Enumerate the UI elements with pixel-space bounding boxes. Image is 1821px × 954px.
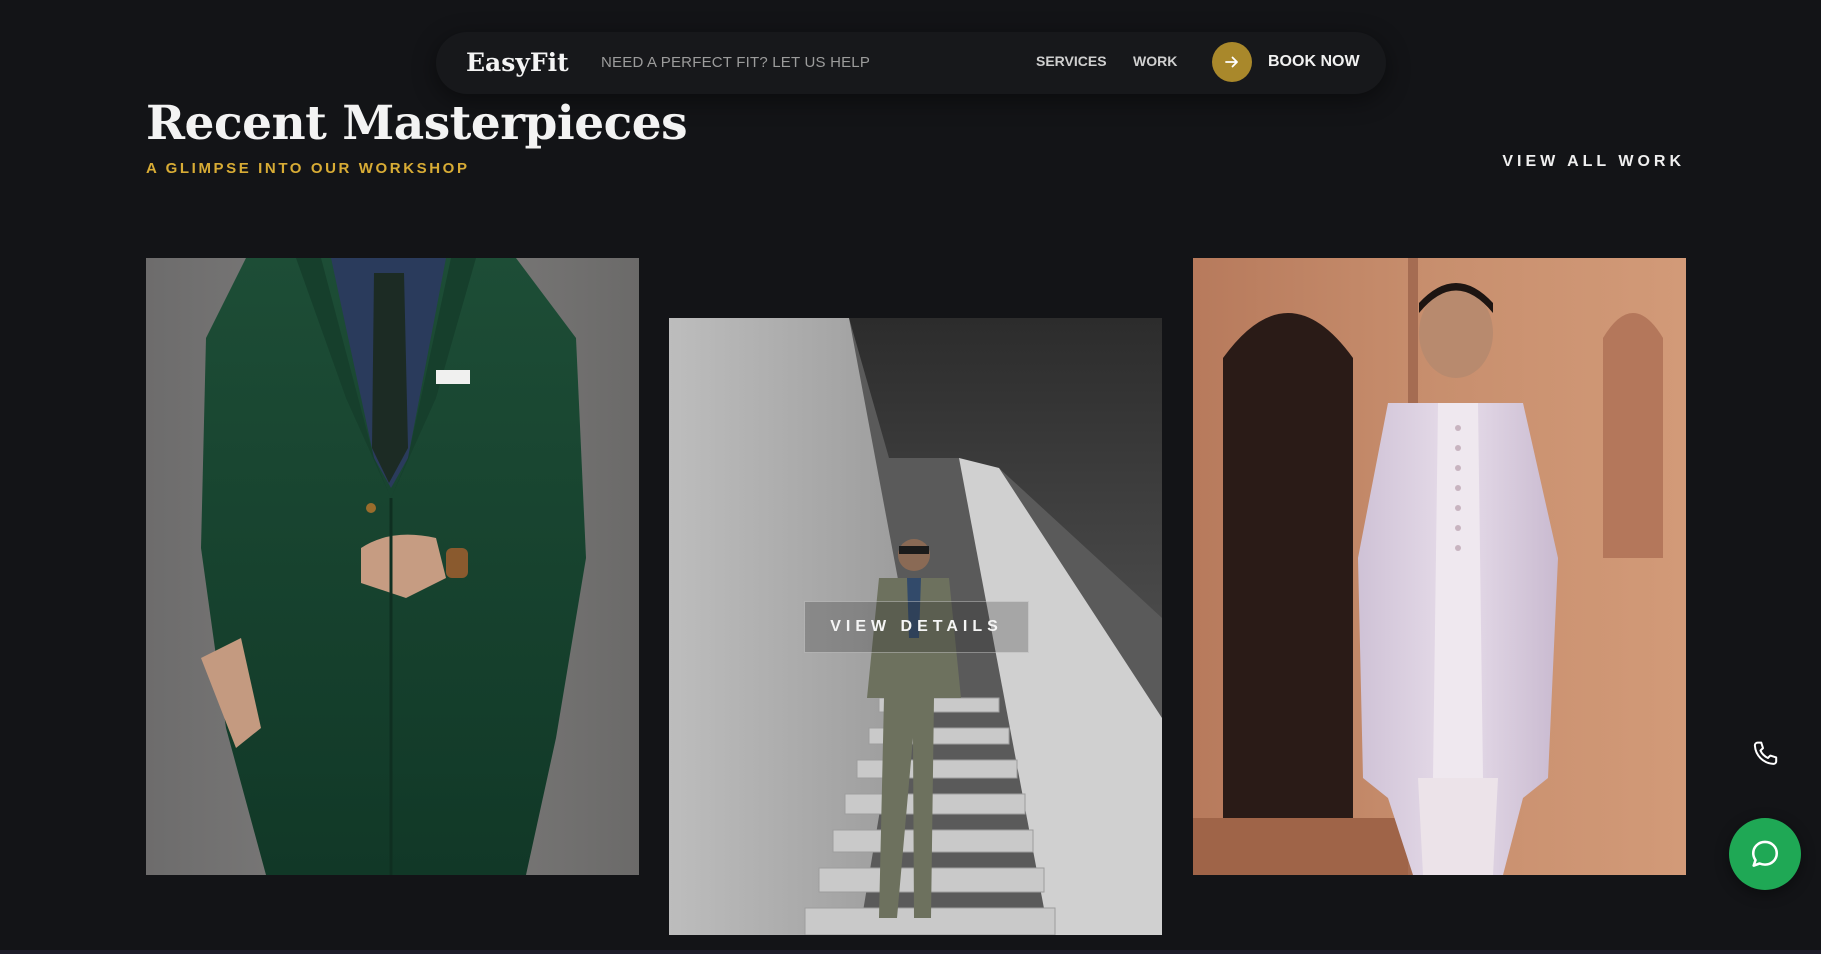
- phone-icon: [1753, 741, 1778, 765]
- page-bottom-bar: [0, 950, 1821, 954]
- embroidered-sherwani-photo: [1193, 258, 1686, 875]
- nav-tagline: NEED A PERFECT FIT? LET US HELP: [601, 54, 871, 71]
- nav-link-work[interactable]: WORK: [1133, 53, 1177, 69]
- view-all-work-link[interactable]: VIEW ALL WORK: [1502, 153, 1685, 171]
- arrow-right-icon: [1212, 42, 1252, 82]
- work-card-sherwani[interactable]: [1193, 258, 1686, 875]
- section-title: Recent Masterpieces: [146, 96, 688, 151]
- phone-call-button[interactable]: [1746, 735, 1784, 773]
- nav-link-services[interactable]: SERVICES: [1036, 53, 1107, 69]
- view-details-button[interactable]: VIEW DETAILS: [804, 601, 1029, 653]
- work-card-green-suit[interactable]: [146, 258, 639, 875]
- chat-button[interactable]: [1729, 818, 1801, 890]
- section-subtitle: A GLIMPSE INTO OUR WORKSHOP: [146, 160, 470, 177]
- brand-logo[interactable]: EasyFit: [466, 48, 569, 77]
- top-navigation: EasyFit NEED A PERFECT FIT? LET US HELP …: [436, 32, 1386, 94]
- book-now-label: BOOK NOW: [1268, 53, 1360, 70]
- work-card-olive-suit[interactable]: VIEW DETAILS: [669, 318, 1162, 935]
- green-suit-photo: [146, 258, 639, 875]
- chat-bubble-icon: [1751, 840, 1779, 867]
